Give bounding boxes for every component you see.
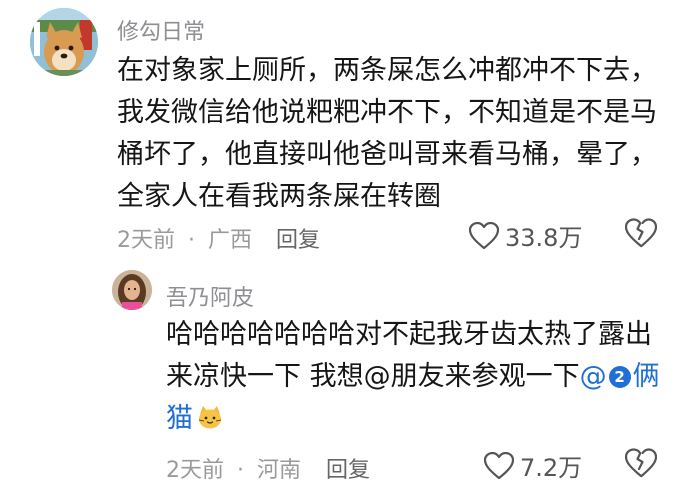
mention-link[interactable]: @2 俩 — [580, 361, 660, 392]
comment-time: 2天前 — [117, 228, 175, 253]
reply-line: 来凉快一下 我想@朋友来参观一下@ 2 俩 — [166, 356, 660, 398]
mention-count-badge: 2 — [608, 366, 631, 388]
broken-heart-icon — [624, 218, 658, 248]
reply-button[interactable]: 回复 — [276, 222, 320, 254]
mention-tail: 俩 — [632, 361, 660, 392]
mention-link-continued[interactable]: 猫 — [166, 403, 193, 434]
reply-line: 猫 — [166, 398, 223, 440]
comment-meta: 2天前 · 广西 — [117, 222, 252, 254]
reply-username[interactable]: 吾乃阿皮 — [166, 280, 254, 312]
heart-icon — [469, 221, 499, 249]
like-count: 33.8万 — [505, 224, 583, 252]
avatar[interactable] — [30, 8, 98, 76]
reply-dislike-button[interactable] — [624, 448, 658, 482]
reply-like-count: 7.2万 — [520, 454, 583, 482]
comment-line: 桶坏了，他直接叫他爸叫哥来看马桶，晕了， — [117, 139, 657, 170]
comment-username[interactable]: 修勾日常 — [117, 14, 205, 46]
meta-separator: · — [237, 458, 244, 483]
reply-like-button[interactable]: 7.2万 — [484, 448, 582, 483]
broken-heart-icon — [624, 448, 658, 478]
heart-icon — [484, 451, 514, 479]
reply-line: 哈哈哈哈哈哈哈对不起我牙齿太热了露出 — [166, 319, 652, 350]
comment-line: 我发微信给他说粑粑冲不下，不知道是不是马 — [117, 97, 657, 128]
dislike-button[interactable] — [624, 218, 658, 252]
comment-location: 广西 — [208, 228, 253, 253]
comment-line: 全家人在看我两条屎在转圈 — [117, 181, 441, 212]
reply-time: 2天前 — [166, 458, 224, 483]
reply-location: 河南 — [257, 458, 302, 483]
mention-at: @ — [579, 361, 607, 392]
person-avatar-icon — [112, 270, 152, 310]
reply-line-text: 来凉快一下 我想@朋友来参观一下 — [166, 361, 580, 392]
reply-reply-button[interactable]: 回复 — [326, 452, 370, 484]
cat-face-icon — [198, 406, 222, 429]
like-button[interactable]: 33.8万 — [469, 218, 582, 253]
reply-avatar[interactable] — [112, 270, 152, 310]
reply-meta: 2天前 · 河南 — [166, 452, 301, 484]
comment-line: 在对象家上厕所，两条屎怎么冲都冲不下去， — [117, 55, 657, 86]
shiba-dog-avatar-icon — [30, 8, 98, 76]
meta-separator: · — [188, 228, 195, 253]
